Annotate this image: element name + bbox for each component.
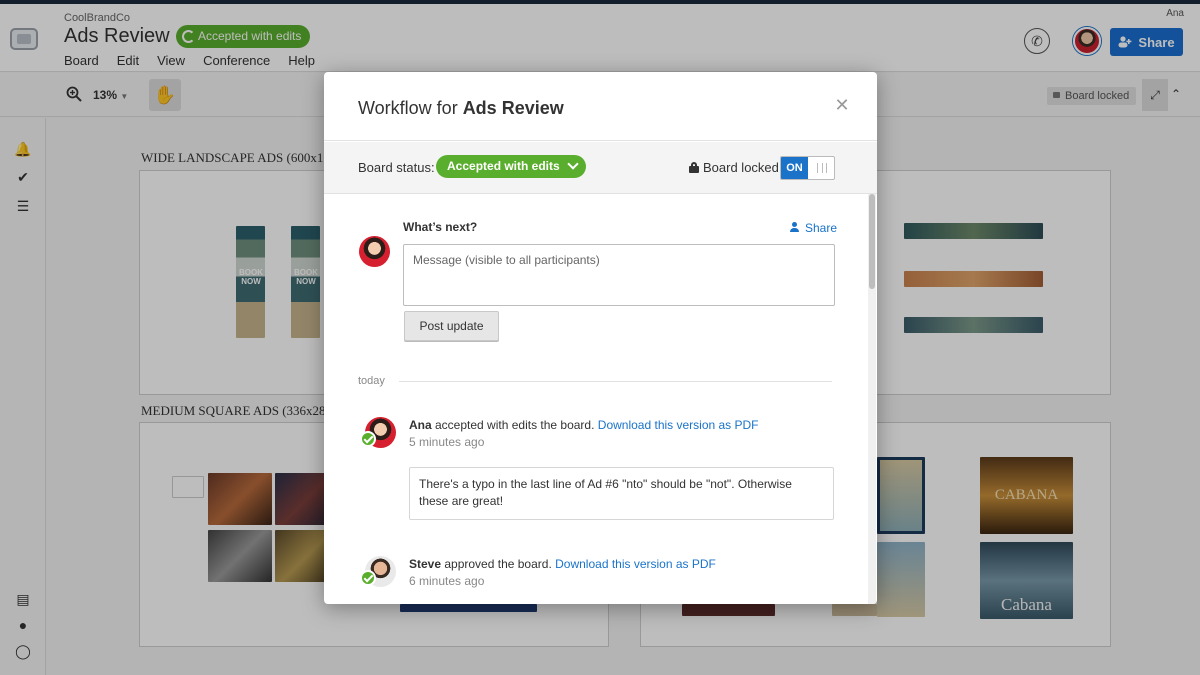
people-icon: [790, 222, 802, 232]
check-circle-icon: [360, 570, 376, 586]
board-status-label: Board status:: [358, 160, 435, 175]
activity-time: 6 minutes ago: [409, 574, 485, 588]
dialog-scrollbar[interactable]: [868, 194, 876, 604]
message-input[interactable]: [403, 244, 835, 306]
post-update-button[interactable]: Post update: [404, 311, 499, 341]
day-separator-label: today: [358, 375, 385, 387]
status-bar: Board status: Accepted with edits Board …: [324, 142, 877, 194]
workflow-dialog: Workflow for Ads Review ✕ Board status: …: [324, 72, 877, 604]
activity-item: Steve approved the board. Download this …: [409, 557, 716, 571]
avatar: [359, 236, 390, 267]
dialog-title-prefix: Workflow for: [358, 98, 463, 118]
dialog-title-board: Ads Review: [462, 98, 564, 118]
download-pdf-link[interactable]: Download this version as PDF: [598, 418, 759, 432]
dialog-header: Workflow for Ads Review ✕: [324, 72, 877, 141]
close-icon[interactable]: ✕: [833, 96, 851, 114]
activity-action: approved the board.: [441, 557, 556, 571]
toggle-grip-icon: [817, 163, 827, 173]
download-pdf-link[interactable]: Download this version as PDF: [555, 557, 716, 571]
lock-icon: [689, 162, 699, 173]
board-status-value: Accepted with edits: [447, 159, 560, 173]
activity-user: Steve: [409, 557, 442, 571]
activity-item: Ana accepted with edits the board. Downl…: [409, 418, 759, 432]
dialog-title: Workflow for Ads Review: [358, 98, 564, 119]
board-locked-label-text: Board locked:: [703, 160, 783, 175]
toggle-on-label: ON: [781, 157, 808, 179]
board-locked-label: Board locked:: [689, 160, 783, 175]
activity-user: Ana: [409, 418, 432, 432]
activity-time: 5 minutes ago: [409, 435, 485, 449]
activity-comment: There's a typo in the last line of Ad #6…: [409, 467, 834, 520]
scrollbar-thumb[interactable]: [869, 194, 875, 289]
board-locked-toggle[interactable]: ON: [780, 156, 835, 180]
check-circle-icon: [360, 431, 376, 447]
chevron-down-icon: [567, 158, 579, 170]
board-status-dropdown[interactable]: Accepted with edits: [436, 155, 586, 178]
whats-next-heading: What’s next?: [403, 220, 478, 234]
activity-action: accepted with edits the board.: [431, 418, 598, 432]
share-link-label: Share: [805, 221, 838, 235]
day-separator-line: [399, 381, 832, 382]
share-link[interactable]: Share: [790, 221, 837, 235]
